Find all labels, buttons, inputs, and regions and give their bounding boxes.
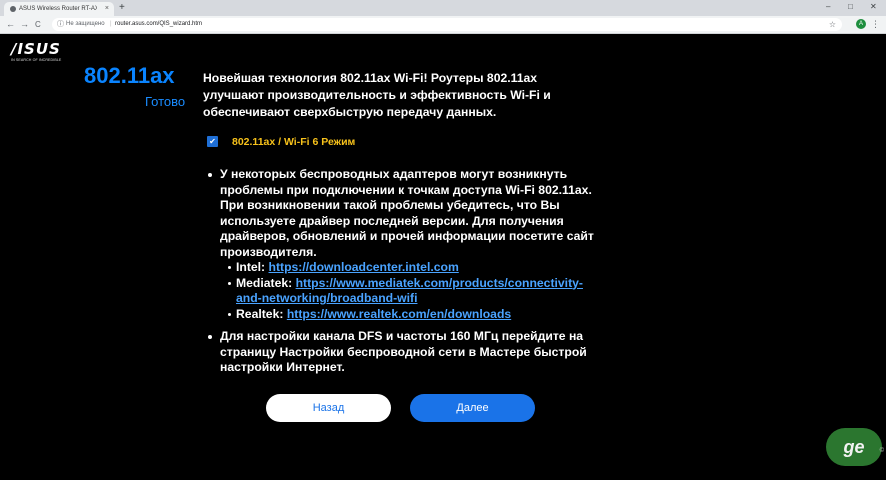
vendor-list: Intel: https://downloadcenter.intel.com … (220, 260, 602, 322)
note-item: У некоторых беспроводных адаптеров могут… (202, 167, 602, 322)
vendor-item-mediatek: Mediatek: https://www.mediatek.com/produ… (228, 275, 602, 307)
info-icon[interactable]: ⓘ (57, 18, 64, 31)
vendor-name: Intel: (236, 260, 266, 274)
browser-tab[interactable]: ASUS Wireless Router RT-AX86U × (4, 2, 114, 16)
vendor-name: Mediatek: (236, 275, 293, 290)
browser-menu-icon[interactable]: ⋮ (871, 16, 880, 33)
tab-strip: ASUS Wireless Router RT-AX86U × + – □ ✕ (0, 0, 886, 16)
url-separator: | (110, 21, 112, 27)
tab-title: ASUS Wireless Router RT-AX86U (19, 6, 97, 12)
vendor-item-realtek: Realtek: https://www.realtek.com/en/down… (228, 306, 602, 323)
address-bar[interactable]: ⓘ Не защищено | router.asus.com/QIS_wiza… (52, 18, 842, 31)
notes-list: У некоторых беспроводных адаптеров могут… (202, 167, 602, 376)
forward-arrow-icon[interactable]: → (20, 16, 29, 33)
profile-avatar[interactable]: A (856, 19, 866, 29)
new-tab-button[interactable]: + (119, 1, 125, 15)
browser-toolbar: ← → C ⓘ Не защищено | router.asus.com/QI… (0, 16, 886, 34)
vendor-item-intel: Intel: https://downloadcenter.intel.com (228, 260, 602, 276)
favicon-icon (10, 6, 16, 12)
bookmark-star-icon[interactable]: ☆ (829, 18, 836, 31)
page-title: 802.11ax (84, 63, 175, 88)
back-arrow-icon[interactable]: ← (6, 16, 15, 33)
watermark-text: ge (843, 437, 865, 457)
next-button[interactable]: Далее (410, 394, 535, 422)
note-item: Для настройки канала DFS и частоты 160 М… (202, 329, 602, 376)
wifi6-checkbox-label[interactable]: 802.11ax / Wi-Fi 6 Режим (232, 135, 355, 149)
tab-close-icon[interactable]: × (105, 2, 109, 16)
maximize-button[interactable]: □ (848, 0, 853, 14)
minimize-button[interactable]: – (826, 0, 830, 14)
logo-wordmark: /ISUS (11, 40, 61, 58)
wizard-page: /ISUS IN SEARCH OF INCREDIBLE 802.11ax Г… (0, 34, 886, 480)
realtek-link[interactable]: https://www.realtek.com/en/downloads (287, 307, 511, 321)
status-label: Готово (145, 94, 186, 109)
watermark-copyright: © (879, 448, 884, 454)
logo-tagline: IN SEARCH OF INCREDIBLE (11, 58, 62, 62)
asus-logo: /ISUS IN SEARCH OF INCREDIBLE (11, 40, 63, 63)
reload-icon[interactable]: C (35, 16, 41, 33)
dfs-note-text: Для настройки канала DFS и частоты 160 М… (220, 329, 587, 374)
driver-note-text: У некоторых беспроводных адаптеров могут… (220, 167, 594, 259)
url-text[interactable]: router.asus.com/QIS_wizard.htm (115, 18, 202, 31)
vendor-name: Realtek: (236, 306, 284, 321)
intel-link[interactable]: https://downloadcenter.intel.com (269, 260, 459, 274)
close-window-button[interactable]: ✕ (870, 0, 877, 14)
security-label: Не защищено (66, 21, 105, 27)
intro-text: Новейшая технология 802.11ax Wi-Fi! Роут… (203, 71, 551, 119)
back-button[interactable]: Назад (266, 394, 391, 422)
site-watermark: ge © (826, 428, 884, 466)
wifi6-checkbox[interactable]: ✔ (207, 136, 218, 147)
